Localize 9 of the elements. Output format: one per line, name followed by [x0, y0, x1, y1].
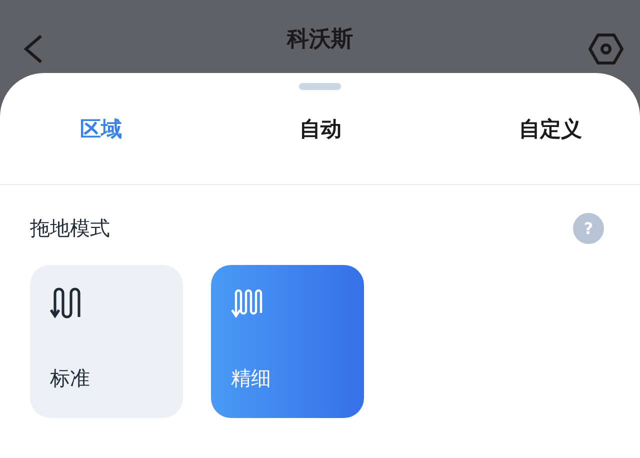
- page-title: 科沃斯: [287, 26, 353, 54]
- tab[interactable]: 自定义: [519, 112, 582, 146]
- mode-card[interactable]: 标准: [30, 265, 183, 418]
- drag-handle[interactable]: [299, 83, 341, 90]
- tab[interactable]: 自动: [300, 112, 342, 146]
- tab[interactable]: 区域: [80, 112, 122, 146]
- settings-icon[interactable]: [588, 33, 624, 65]
- section-title: 拖地模式: [30, 215, 110, 242]
- back-icon[interactable]: [22, 34, 44, 64]
